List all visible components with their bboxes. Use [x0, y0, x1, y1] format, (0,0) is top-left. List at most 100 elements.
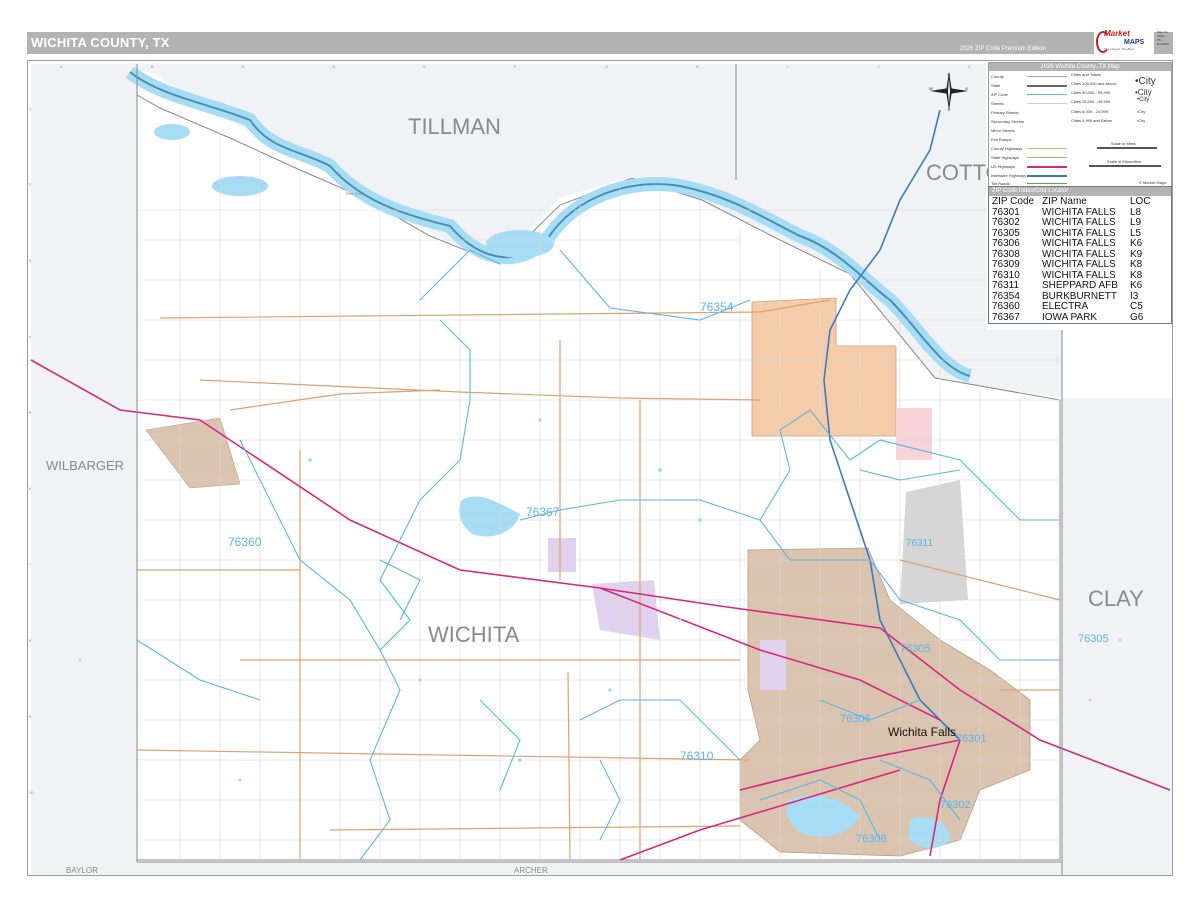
legend-swatch-county-hwy — [1027, 148, 1067, 149]
zip-label-76308: 76308 — [856, 833, 887, 845]
legend-item: Minor Streets — [991, 128, 1015, 133]
zip-index-panel: ZIP Code Index/Grid Locator ZIP Code ZIP… — [988, 186, 1172, 324]
county-label-wichita: WICHITA — [428, 622, 520, 647]
grid-letter: J — [878, 64, 880, 69]
legend-city-size: Cities 25,000 - 49,999 — [1071, 99, 1111, 104]
legend-swatch-zip — [1027, 94, 1067, 95]
compass-rose-icon: N W E S — [929, 72, 969, 112]
legend-city-sample: •City — [1137, 118, 1146, 123]
county-label-clay: CLAY — [1088, 586, 1144, 611]
zip-index-row: 76360 ELECTRA C5 — [990, 301, 1153, 313]
legend-title: 2026 Wichita County, TX Map — [989, 63, 1171, 71]
legend-city-size: Cities 4,999 and Below — [1071, 118, 1112, 123]
legend-city-size: Cities 5,000 - 24,999 — [1071, 109, 1108, 114]
zip-label-76302: 76302 — [940, 799, 971, 811]
legend-item: Interstate Highways — [991, 173, 1027, 178]
legend-swatch-state-hwy — [1027, 157, 1067, 158]
zip-index-header-row: ZIP Code ZIP Name LOC — [990, 196, 1153, 208]
zip-code-cell: 76309 — [992, 259, 1020, 270]
svg-text:S: S — [948, 107, 951, 112]
zip-name-cell: WICHITA FALLS — [1042, 217, 1116, 228]
grid-letter: H — [696, 64, 699, 69]
zip-code-cell: 76302 — [992, 217, 1020, 228]
county-label-wilbarger: WILBARGER — [46, 458, 124, 473]
grid-letter: G — [605, 64, 608, 69]
grid-letter: A — [60, 64, 63, 69]
legend-scale-km: Scale in Kilometers — [1107, 159, 1142, 164]
legend-item: State — [991, 83, 1001, 88]
zip-label-76306: 76306 — [840, 713, 871, 725]
svg-text:E: E — [966, 86, 969, 91]
legend-scale-miles: Scale in Miles — [1111, 141, 1136, 146]
legend-scale-bar — [1097, 147, 1157, 149]
zip-label-76311: 76311 — [906, 538, 934, 549]
legend-swatch-us-hwy — [1027, 166, 1067, 168]
legend-city-sample: •City — [1137, 109, 1146, 114]
legend-item: State Highways — [991, 155, 1019, 160]
zip-code-cell: 76306 — [992, 238, 1020, 249]
legend-scale-bar — [1089, 165, 1161, 167]
zip-code-cell: 76367 — [992, 311, 1020, 323]
zip-name-cell: WICHITA FALLS — [1042, 238, 1116, 249]
legend-city-size: Cities 100,000 and Above — [1071, 81, 1117, 86]
zip-label-76360: 76360 — [228, 535, 262, 549]
zip-index-row: 76302 WICHITA FALLS L9 — [990, 217, 1153, 229]
legend-city-size: Cities 50,000 - 99,999 — [1071, 90, 1111, 95]
zip-loc-cell: L9 — [1130, 217, 1142, 228]
zip-name-cell: WICHITA FALLS — [1042, 259, 1116, 270]
zip-label-76301: 76301 — [956, 733, 987, 745]
legend-swatch-streets — [1027, 103, 1067, 104]
zip-index-title: ZIP Code Index/Grid Locator — [989, 187, 1171, 196]
zip-name-cell: ELECTRA — [1042, 301, 1089, 312]
county-label-tillman: TILLMAN — [408, 114, 501, 139]
legend-swatch-state — [1027, 85, 1067, 87]
legend-item: ZIP Code — [991, 92, 1008, 97]
grid-letter: K — [968, 64, 971, 69]
zip-code-cell: 76360 — [992, 301, 1020, 312]
legend-swatch-toll — [1027, 183, 1067, 184]
zip-loc-cell: K6 — [1130, 238, 1143, 249]
zip-code-cell: 76311 — [992, 280, 1020, 291]
legend-cities-title: Cities and Towns — [1071, 72, 1102, 77]
legend-item: County — [991, 74, 1004, 79]
zip-index-row: 76367 IOWA PARK G6 — [990, 311, 1153, 324]
zip-index-table: ZIP Code ZIP Name LOC 76301 WICHITA FALLS… — [990, 196, 1153, 324]
lake-label: Red River — [346, 191, 364, 196]
grid-letter: D — [333, 64, 336, 69]
zip-index-row: 76311 SHEPPARD AFB K6 — [990, 280, 1153, 292]
grid-letter: I — [787, 64, 788, 69]
legend-swatch-county — [1027, 76, 1067, 77]
zip-label-76354: 76354 — [700, 300, 734, 314]
zip-col-header: ZIP Name — [1042, 196, 1087, 207]
zip-index-row: 76309 WICHITA FALLS K8 — [990, 259, 1153, 271]
zip-label-76367: 76367 — [526, 505, 560, 519]
zip-col-header: LOC — [1130, 196, 1151, 207]
zip-label-76305-east: 76305 — [1078, 633, 1109, 645]
zip-col-header: ZIP Code — [992, 196, 1035, 207]
legend-item: Secondary Streets — [991, 119, 1024, 124]
legend-copyright: © Market Maps — [1139, 180, 1167, 185]
legend-item: Exit Ramps — [991, 137, 1012, 142]
zip-name-cell: IOWA PARK — [1042, 311, 1098, 323]
zip-label-76310: 76310 — [680, 749, 714, 763]
grid-letter: E — [423, 64, 426, 69]
zip-index-row: 76306 WICHITA FALLS K6 — [990, 238, 1153, 250]
zip-loc-cell: G6 — [1130, 311, 1144, 323]
county-label-archer: ARCHER — [514, 866, 548, 875]
legend-city-sample: •City — [1137, 97, 1150, 103]
grid-letter: B — [151, 64, 154, 69]
legend-item: Primary Streets — [991, 110, 1019, 115]
legend-city-sample: •City — [1135, 88, 1152, 97]
zip-loc-cell: K8 — [1130, 259, 1143, 270]
grid-number: 10 — [29, 790, 34, 795]
grid-letter: C — [242, 64, 245, 69]
zip-name-cell: SHEPPARD AFB — [1042, 280, 1118, 291]
legend-item: Streets — [991, 101, 1004, 106]
legend-swatch-interstate — [1027, 175, 1067, 177]
zip-loc-cell: K6 — [1130, 280, 1143, 291]
zip-label-76305: 76305 — [900, 643, 931, 655]
legend-item: County Highways — [991, 146, 1023, 151]
map-legend: 2026 Wichita County, TX Map County State… — [988, 62, 1172, 187]
county-label-baylor: BAYLOR — [66, 866, 98, 875]
svg-text:W: W — [929, 86, 933, 91]
